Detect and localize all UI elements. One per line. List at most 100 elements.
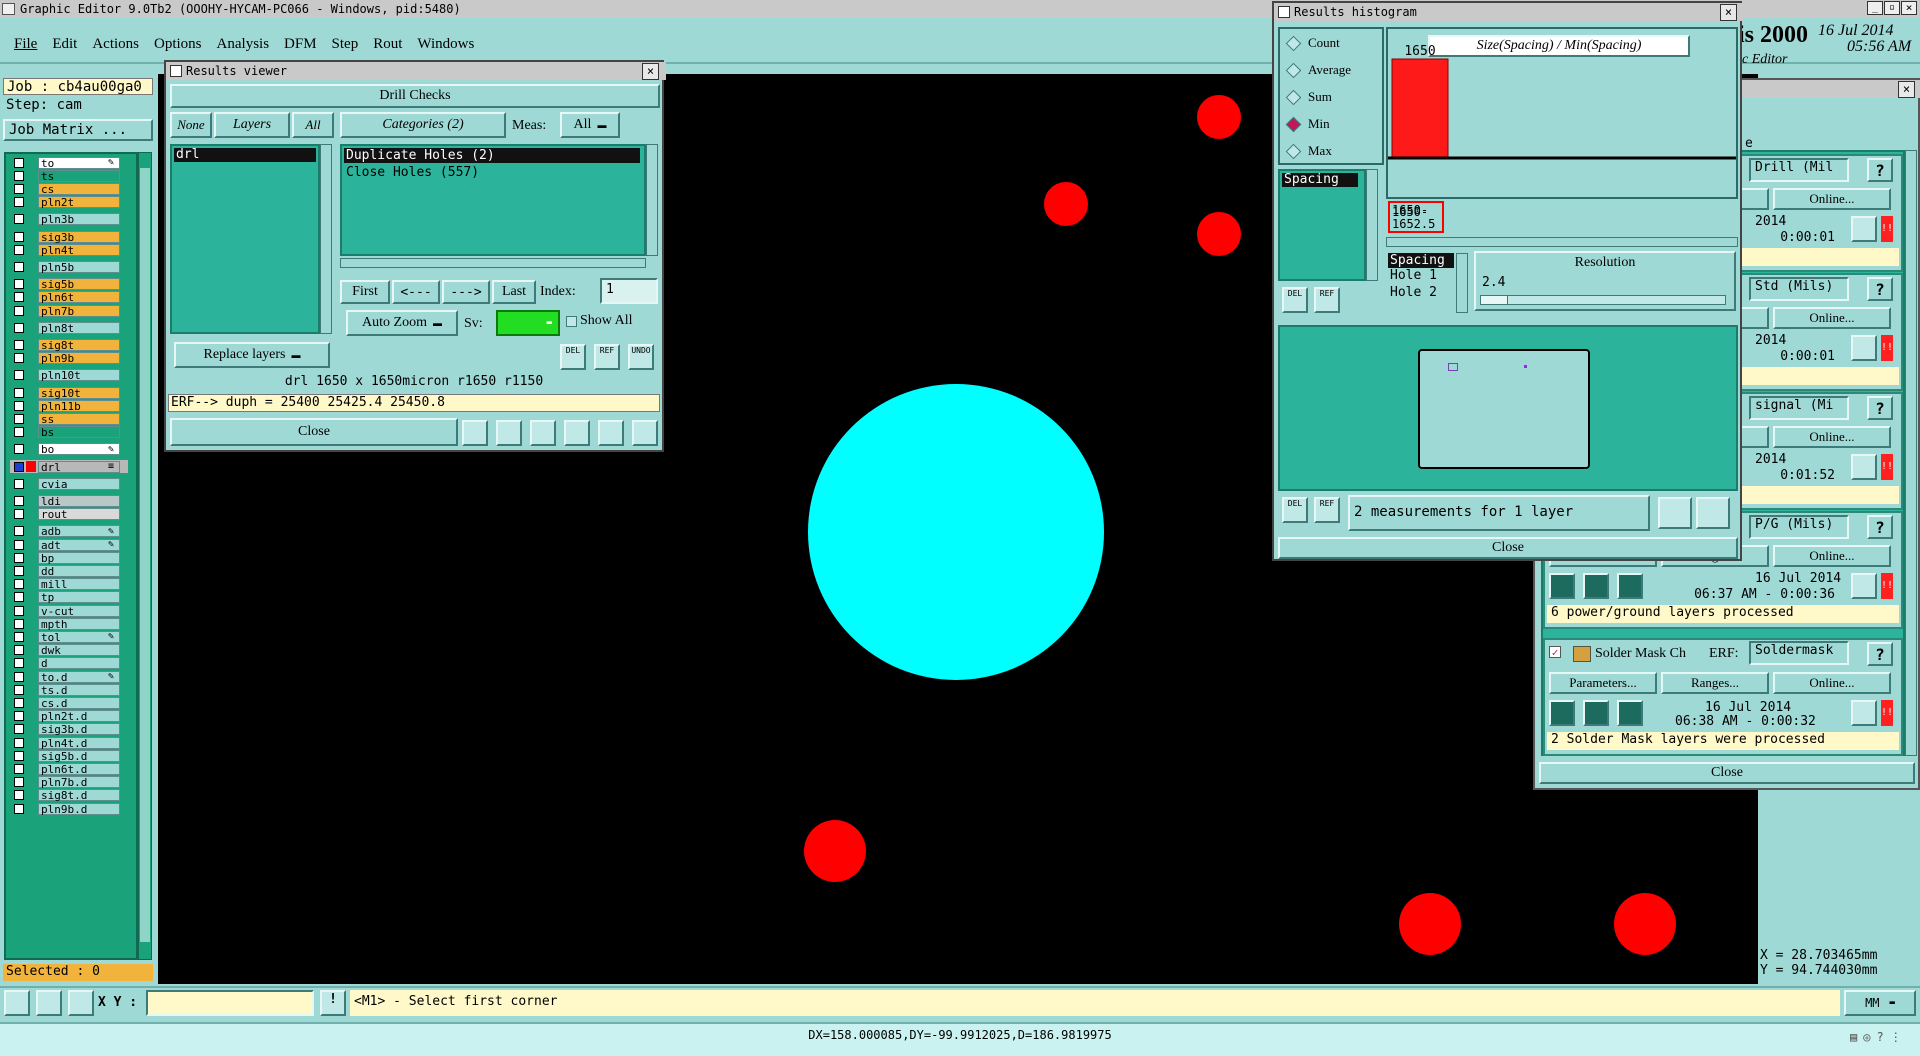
sv-color-dropdown[interactable]: ▬	[496, 310, 560, 336]
preview-ref-icon[interactable]: REF	[1314, 497, 1340, 523]
category-item-close[interactable]: Close Holes (557)	[344, 165, 640, 180]
layer-checkbox[interactable]	[14, 370, 24, 381]
help-icon[interactable]: ?	[1876, 1030, 1883, 1044]
layer-checkbox[interactable]	[14, 605, 24, 616]
layer-row[interactable]: ss	[10, 412, 128, 425]
layer-row[interactable]: ts	[10, 169, 128, 182]
check-online-button[interactable]: Online...	[1773, 307, 1891, 329]
layer-checkbox[interactable]	[14, 539, 24, 550]
layer-name[interactable]: pln5b	[38, 260, 120, 273]
layer-checkbox[interactable]	[14, 552, 24, 563]
more-icon[interactable]: ⋮	[1890, 1030, 1902, 1044]
layer-checkbox[interactable]	[14, 183, 24, 194]
check-online-button[interactable]: Online...	[1773, 426, 1891, 448]
radio-icon[interactable]	[1285, 35, 1302, 51]
first-button[interactable]: First	[340, 280, 390, 304]
ref-icon[interactable]: REF	[594, 344, 620, 370]
solder-ranges-button[interactable]: Ranges...	[1661, 672, 1769, 694]
preview-del-icon[interactable]: DEL	[1282, 497, 1308, 523]
category-scrollbar[interactable]	[646, 144, 658, 256]
menu-edit[interactable]: Edit	[52, 36, 77, 53]
solder-help-button[interactable]: ?	[1867, 642, 1893, 666]
layer-checkbox[interactable]	[14, 400, 24, 411]
viewer-close-icon[interactable]: ×	[642, 63, 659, 80]
histogram-bar[interactable]	[1391, 58, 1449, 158]
layer-row[interactable]: sig8t.d	[10, 789, 128, 802]
radio-icon[interactable]	[1285, 143, 1302, 159]
snap-grid-icon[interactable]	[68, 990, 94, 1016]
layer-name[interactable]: rout	[38, 508, 120, 521]
undo-icon[interactable]: UNDO	[628, 344, 654, 370]
menu-file[interactable]: File	[14, 36, 37, 53]
layer-row[interactable]: d	[10, 657, 128, 670]
layer-checkbox[interactable]	[14, 427, 24, 438]
solder-online-button[interactable]: Online...	[1773, 672, 1891, 694]
layer-checkbox[interactable]	[14, 170, 24, 181]
layer-checkbox[interactable]	[14, 292, 24, 303]
layer-name[interactable]: pln4t.d	[38, 736, 120, 749]
minimize-button[interactable]: _	[1867, 1, 1883, 15]
close-window-button[interactable]: ×	[1901, 1, 1917, 15]
layer-checkbox[interactable]	[14, 509, 24, 520]
layer-name[interactable]: pln10t	[38, 369, 120, 382]
check-erf-field[interactable]: signal (Mi	[1749, 396, 1849, 420]
meas-dropdown[interactable]: All ▬	[560, 112, 620, 138]
histogram-icon[interactable]	[632, 420, 658, 446]
alert-icon[interactable]: !	[320, 990, 346, 1016]
layer-checkbox[interactable]	[14, 461, 24, 472]
layer-row[interactable]: bs	[10, 426, 128, 439]
measure-scrollbar[interactable]	[1366, 169, 1378, 281]
layer-row[interactable]: pln11b	[10, 399, 128, 412]
zoom-results-icon[interactable]	[1851, 573, 1877, 599]
report-icon[interactable]	[598, 420, 624, 446]
layer-name[interactable]: pln7b	[38, 304, 120, 317]
layer-checkbox[interactable]	[14, 777, 24, 788]
layers-button[interactable]: Layers	[214, 112, 290, 138]
layer-name[interactable]: pln11b	[38, 399, 120, 412]
layer-name[interactable]: cs.d	[38, 696, 120, 709]
menu-windows[interactable]: Windows	[417, 36, 474, 53]
viewer-close-button[interactable]: Close	[170, 418, 458, 446]
layer-row[interactable]: sig3b	[10, 230, 128, 243]
layer-list[interactable]: to ✎ ts cs pln2t pln3b sig3b pln4t pln5b sig5b pln…	[4, 152, 138, 960]
measure-list[interactable]: Spacing	[1278, 169, 1366, 281]
field-hole2[interactable]: Hole 2	[1388, 285, 1454, 302]
layer-row[interactable]: pln9b	[10, 352, 128, 365]
layer-row[interactable]: sig10t	[10, 386, 128, 399]
menu-dfm[interactable]: DFM	[284, 36, 317, 53]
layer-row[interactable]: rout	[10, 508, 128, 521]
layer-name[interactable]: mpth	[38, 617, 120, 630]
menu-actions[interactable]: Actions	[92, 36, 139, 53]
layer-row[interactable]: pln2t.d	[10, 710, 128, 723]
layer-checkbox[interactable]	[14, 631, 24, 642]
layer-row[interactable]: pln6t.d	[10, 762, 128, 775]
layer-row[interactable]: sig5b	[10, 278, 128, 291]
check-online-button[interactable]: Online...	[1773, 188, 1891, 210]
export-icon[interactable]	[564, 420, 590, 446]
radio-icon[interactable]	[1285, 62, 1302, 78]
maximize-button[interactable]: ▫	[1884, 1, 1900, 15]
layer-name[interactable]: cs	[38, 182, 120, 195]
layer-name[interactable]: sig10t	[38, 386, 120, 399]
zoom-selected-icon[interactable]	[1658, 497, 1692, 529]
layer-row[interactable]: cs.d	[10, 696, 128, 709]
run-icon[interactable]	[1549, 573, 1575, 599]
field-spacing[interactable]: Spacing	[1388, 253, 1454, 268]
layer-checkbox[interactable]	[14, 197, 24, 208]
run-icon[interactable]	[1549, 700, 1575, 726]
layer-name[interactable]: sig8t.d	[38, 789, 120, 802]
layer-name[interactable]: pln2t	[38, 196, 120, 209]
check-erf-field[interactable]: P/G (Mils)	[1749, 515, 1849, 539]
layer-checkbox[interactable]	[14, 478, 24, 489]
check-help-button[interactable]: ?	[1867, 277, 1893, 301]
layer-row[interactable]: to ✎	[10, 156, 128, 169]
layer-row[interactable]: pln4t.d	[10, 736, 128, 749]
layer-row[interactable]: sig8t	[10, 338, 128, 351]
field-hole1[interactable]: Hole 1	[1388, 268, 1454, 285]
layer-name[interactable]: pln9b.d	[38, 802, 120, 815]
layer-row[interactable]: pln6t	[10, 291, 128, 304]
layer-checkbox[interactable]	[14, 495, 24, 506]
layer-name[interactable]: pln3b	[38, 213, 120, 226]
layer-name[interactable]: mill	[38, 578, 120, 591]
layer-row[interactable]: sig3b.d	[10, 723, 128, 736]
